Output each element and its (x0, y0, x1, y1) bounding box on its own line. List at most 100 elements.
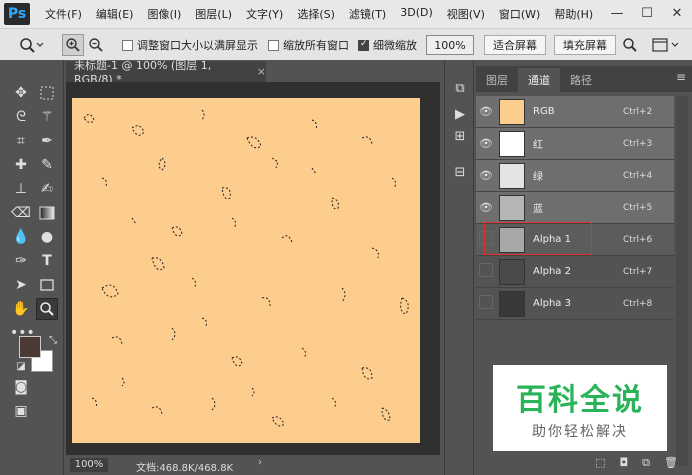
status-bar: 100% 文档:468.8K/468.8K › (66, 455, 440, 475)
channel-shortcut: Ctrl+5 (623, 202, 653, 213)
document-tab[interactable]: 未标题-1 @ 100% (图层 1, RGB/8) * × (66, 59, 266, 86)
move-tool-icon[interactable]: ✥ (10, 82, 32, 104)
zoom-value-field[interactable]: 100% (426, 35, 474, 55)
menu-image[interactable]: 图像(I) (140, 6, 188, 22)
zoom-all-label: 缩放所有窗口 (283, 39, 349, 52)
channel-row-green[interactable]: 👁 绿 Ctrl+4 (476, 160, 674, 192)
app-logo: Ps (4, 3, 30, 25)
swap-colors-icon[interactable]: ⤡ (42, 330, 64, 352)
search-icon (623, 38, 637, 52)
channel-name: Alpha 3 (533, 298, 571, 309)
channel-name: 红 (533, 140, 543, 151)
fill-screen-button[interactable]: 填充屏幕 (554, 35, 616, 55)
channel-thumbnail (499, 258, 525, 285)
panel-menu-icon[interactable]: ≡ (676, 70, 686, 84)
actions-play-icon[interactable]: ▶ (451, 106, 469, 124)
menu-edit[interactable]: 编辑(E) (89, 6, 141, 22)
eye-icon[interactable]: 👁 (476, 137, 496, 150)
gradient-tool-icon[interactable] (36, 202, 58, 224)
menu-layer[interactable]: 图层(L) (188, 6, 239, 22)
resize-windows-checkbox[interactable] (122, 39, 133, 51)
lasso-tool-icon[interactable]: ᘓ (10, 106, 32, 128)
channel-row-red[interactable]: 👁 红 Ctrl+3 (476, 128, 674, 160)
rectangle-tool-icon[interactable] (36, 274, 58, 296)
blur-tool-icon[interactable]: 💧 (10, 226, 32, 248)
dodge-tool-icon[interactable]: ● (36, 226, 58, 248)
scrubby-zoom-option[interactable]: 细微缩放 (358, 29, 417, 61)
zoom-all-checkbox[interactable] (268, 39, 279, 51)
foreground-color-swatch[interactable] (19, 336, 41, 358)
marquee-tool-icon[interactable] (36, 82, 58, 104)
menu-filter[interactable]: 滤镜(T) (342, 6, 393, 22)
menu-3d[interactable]: 3D(D) (393, 6, 440, 22)
fit-screen-button[interactable]: 适合屏幕 (484, 35, 546, 55)
adjustments-panel-icon[interactable]: ⊟ (451, 164, 469, 182)
maximize-button[interactable]: ☐ (632, 0, 662, 28)
zoom-tool-icon[interactable] (36, 298, 58, 320)
resize-windows-label: 调整窗口大小以满屏显示 (137, 39, 258, 52)
eye-icon[interactable]: 👁 (476, 105, 496, 118)
eyedropper-tool-icon[interactable]: ✒ (36, 130, 58, 152)
document-tab-close-icon[interactable]: × (257, 65, 266, 78)
properties-panel-icon[interactable]: ⊞ (451, 128, 469, 146)
eye-toggle-empty[interactable] (476, 263, 496, 280)
eraser-tool-icon[interactable]: ⌫ (10, 202, 32, 224)
load-selection-icon[interactable]: ⬚ (595, 456, 605, 469)
window-controls: — ☐ ✕ (602, 0, 692, 28)
channel-row-rgb[interactable]: 👁 RGB Ctrl+2 (476, 96, 674, 128)
menu-view[interactable]: 视图(V) (440, 6, 492, 22)
channel-shortcut: Ctrl+4 (623, 170, 653, 181)
channel-name: 蓝 (533, 204, 543, 215)
brush-tool-icon[interactable]: ✎ (36, 154, 58, 176)
canvas[interactable] (72, 98, 420, 443)
eye-toggle-empty[interactable] (476, 295, 496, 312)
scrubby-zoom-checkbox[interactable] (358, 39, 369, 51)
close-button[interactable]: ✕ (662, 0, 692, 28)
workspace-button[interactable] (652, 29, 682, 61)
type-tool-icon[interactable]: T (36, 250, 58, 272)
history-brush-tool-icon[interactable]: ✍ (36, 178, 58, 200)
search-button[interactable] (622, 29, 638, 61)
eye-icon[interactable]: 👁 (476, 201, 496, 214)
quick-mask-icon[interactable]: ◙ (10, 376, 32, 398)
eye-icon[interactable]: 👁 (476, 169, 496, 182)
options-bar: 调整窗口大小以满屏显示 缩放所有窗口 细微缩放 100% 适合屏幕 填充屏幕 (0, 28, 692, 60)
menu-type[interactable]: 文字(Y) (239, 6, 290, 22)
path-selection-tool-icon[interactable]: ➤ (10, 274, 32, 296)
channel-row-alpha-3[interactable]: Alpha 3 Ctrl+8 (476, 288, 674, 320)
save-selection-icon[interactable]: ◘ (619, 456, 628, 469)
default-colors-icon[interactable]: ◪ (10, 356, 32, 378)
panel-scrollbar[interactable] (676, 96, 688, 466)
channel-shortcut: Ctrl+6 (623, 234, 653, 245)
zoom-all-option[interactable]: 缩放所有窗口 (268, 29, 349, 61)
status-menu-arrow-icon[interactable]: › (258, 457, 262, 468)
tab-channels[interactable]: 通道 (518, 68, 560, 92)
menu-select[interactable]: 选择(S) (290, 6, 342, 22)
channel-thumbnail (499, 162, 525, 189)
zoom-tool-preset[interactable] (18, 29, 44, 61)
hand-tool-icon[interactable]: ✋ (10, 298, 32, 320)
history-panel-icon[interactable]: ⧉ (451, 80, 469, 98)
menu-window[interactable]: 窗口(W) (492, 6, 547, 22)
screen-mode-icon[interactable]: ▣ (10, 400, 32, 422)
channel-row-alpha-2[interactable]: Alpha 2 Ctrl+7 (476, 256, 674, 288)
channel-row-blue[interactable]: 👁 蓝 Ctrl+5 (476, 192, 674, 224)
new-channel-icon[interactable]: ⧉ (642, 456, 650, 470)
tab-paths[interactable]: 路径 (560, 68, 602, 92)
panel-strip: ⧉ ▶ ⊞ ⊟ (444, 60, 474, 475)
zoom-value-wrap: 100% (426, 29, 474, 61)
healing-brush-tool-icon[interactable]: ✚ (10, 154, 32, 176)
status-zoom[interactable]: 100% (70, 458, 108, 472)
panel-tabs: 图层 通道 路径 (476, 66, 692, 92)
minimize-button[interactable]: — (602, 0, 632, 28)
crop-tool-icon[interactable]: ⌗ (10, 130, 32, 152)
magic-wand-tool-icon[interactable]: ⚚ (36, 106, 58, 128)
menu-help[interactable]: 帮助(H) (547, 6, 600, 22)
pen-tool-icon[interactable]: ✑ (10, 250, 32, 272)
stamp-tool-icon[interactable]: ⊥ (10, 178, 32, 200)
delete-channel-icon[interactable]: 🗑 (664, 456, 678, 469)
fill-screen-wrap: 填充屏幕 (554, 29, 616, 61)
menu-file[interactable]: 文件(F) (38, 6, 89, 22)
tab-layers[interactable]: 图层 (476, 68, 518, 92)
canvas-selection-marquee (83, 109, 409, 427)
